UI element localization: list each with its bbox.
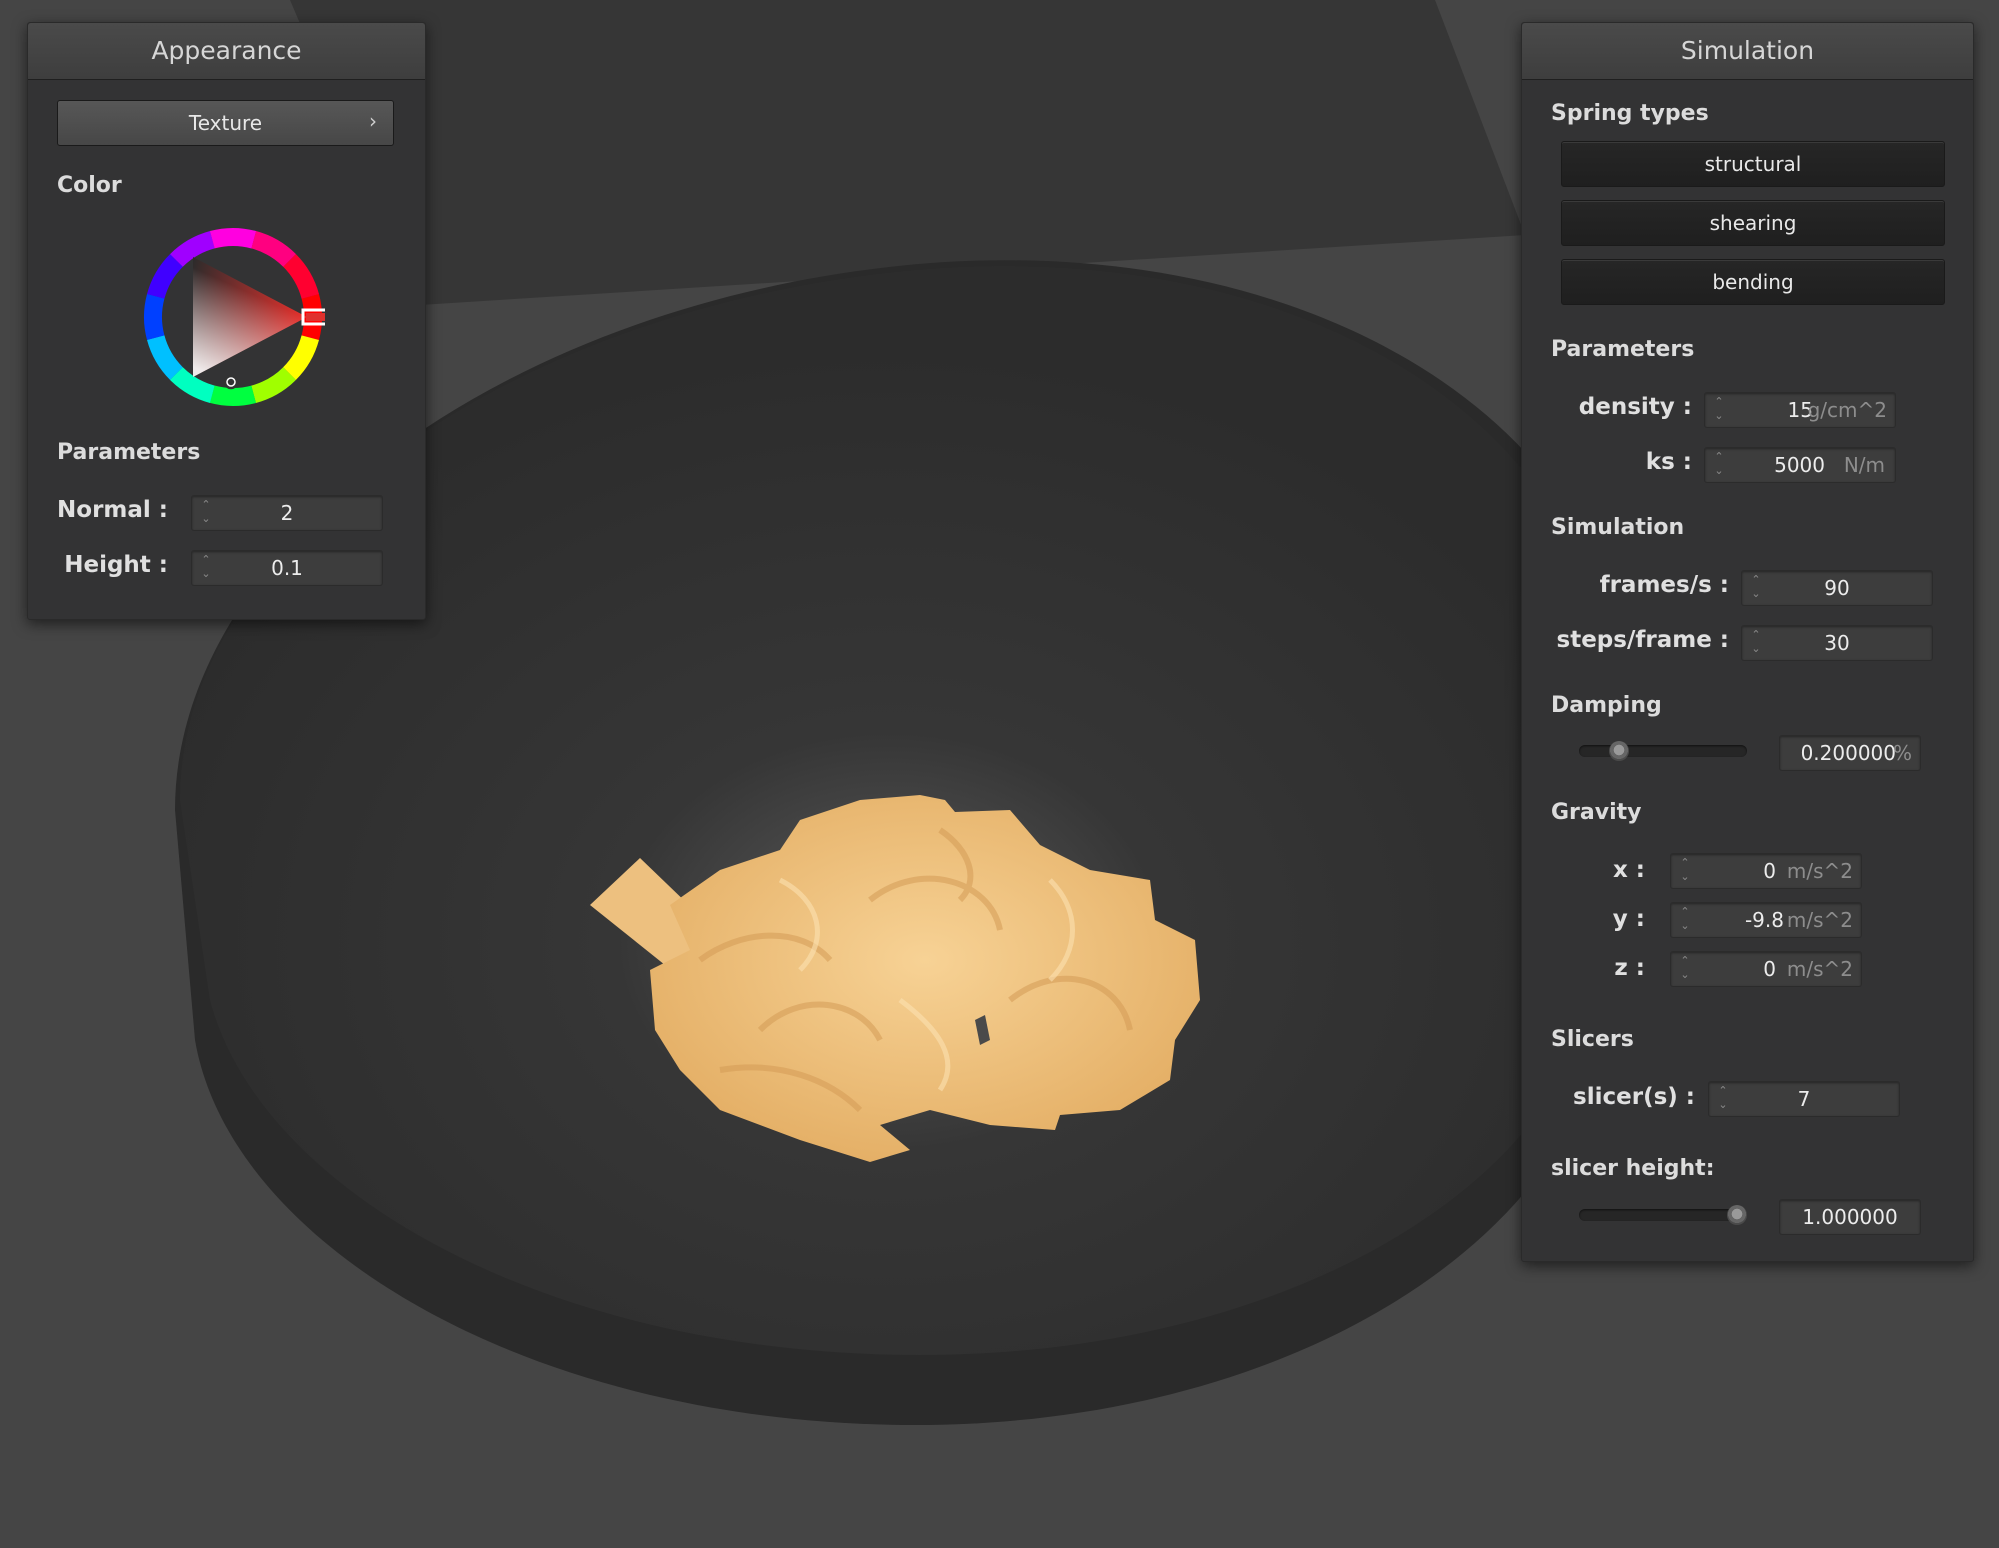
steps-per-frame-input[interactable]: ⌃ ⌄ 30: [1741, 625, 1933, 661]
frames-per-s-input[interactable]: ⌃ ⌄ 90: [1741, 570, 1933, 606]
height-label: Height :: [64, 552, 168, 578]
normal-input[interactable]: ⌃ ⌄ 2: [191, 495, 383, 531]
slicers-label: Slicers: [1551, 1027, 1634, 1052]
appearance-panel-title: Appearance: [28, 23, 425, 80]
slicers-count-label: slicer(s) :: [1573, 1084, 1695, 1110]
gravity-z-unit: m/s^2: [1786, 957, 1853, 981]
spinner-arrows-icon[interactable]: ⌃ ⌄: [1712, 450, 1726, 478]
gravity-x-unit: m/s^2: [1786, 859, 1853, 883]
color-section-label: Color: [57, 173, 122, 198]
damping-input[interactable]: 0.200000 %: [1779, 735, 1921, 771]
slicers-value: 7: [1797, 1087, 1811, 1111]
gravity-z-label: z :: [1614, 955, 1645, 981]
ks-value: 5000: [1774, 453, 1825, 477]
damping-unit: %: [1892, 741, 1912, 765]
damping-value: 0.200000: [1800, 741, 1896, 765]
bending-button[interactable]: bending: [1561, 259, 1945, 305]
texture-button-label: Texture: [188, 111, 263, 135]
normal-value: 2: [280, 501, 294, 525]
slicer-height-input[interactable]: 1.000000: [1779, 1199, 1921, 1235]
damping-slider[interactable]: [1579, 741, 1747, 761]
spinner-arrows-icon[interactable]: ⌃ ⌄: [1678, 954, 1692, 982]
structural-button[interactable]: structural: [1561, 141, 1945, 187]
shearing-button[interactable]: shearing: [1561, 200, 1945, 246]
color-wheel-icon[interactable]: [141, 225, 325, 409]
gravity-x-value: 0: [1763, 859, 1776, 883]
appearance-parameters-label: Parameters: [57, 440, 201, 465]
simulation-panel-title: Simulation: [1522, 23, 1973, 80]
ks-unit: N/m: [1843, 453, 1885, 477]
steps-per-frame-value: 30: [1824, 631, 1850, 655]
height-value: 0.1: [271, 556, 303, 580]
density-input[interactable]: ⌃ ⌄ 15 g/cm^2: [1704, 392, 1896, 428]
ks-input[interactable]: ⌃ ⌄ 5000 N/m: [1704, 447, 1896, 483]
texture-button[interactable]: Texture ›: [57, 100, 394, 146]
slicer-height-slider[interactable]: [1579, 1205, 1747, 1225]
damping-label: Damping: [1551, 693, 1662, 718]
gravity-label: Gravity: [1551, 800, 1642, 825]
damping-slider-knob[interactable]: [1608, 741, 1629, 761]
gravity-y-value: -9.8: [1744, 908, 1784, 932]
appearance-panel: Appearance Texture › Color Parameters No…: [27, 22, 426, 620]
slicer-height-value: 1.000000: [1802, 1205, 1898, 1229]
normal-label: Normal :: [57, 497, 168, 523]
frames-per-s-value: 90: [1824, 576, 1850, 600]
gravity-x-label: x :: [1612, 857, 1645, 883]
density-label: density :: [1578, 394, 1692, 420]
gravity-y-label: y :: [1612, 906, 1645, 932]
spring-types-label: Spring types: [1551, 101, 1709, 126]
steps-per-frame-label: steps/frame :: [1556, 627, 1729, 653]
chevron-right-icon: ›: [369, 109, 377, 133]
height-input[interactable]: ⌃ ⌄ 0.1: [191, 550, 383, 586]
slicer-height-label: slicer height:: [1551, 1156, 1715, 1181]
gravity-z-value: 0: [1763, 957, 1776, 981]
density-unit: g/cm^2: [1807, 398, 1887, 422]
spinner-arrows-icon[interactable]: ⌃ ⌄: [1712, 395, 1726, 423]
simulation-section-label: Simulation: [1551, 515, 1685, 540]
gravity-x-input[interactable]: ⌃ ⌄ 0 m/s^2: [1670, 853, 1862, 889]
gravity-y-input[interactable]: ⌃ ⌄ -9.8 m/s^2: [1670, 902, 1862, 938]
simulation-panel: Simulation Spring types structural shear…: [1521, 22, 1974, 1262]
frames-per-s-label: frames/s :: [1599, 572, 1729, 598]
gravity-z-input[interactable]: ⌃ ⌄ 0 m/s^2: [1670, 951, 1862, 987]
gravity-y-unit: m/s^2: [1786, 908, 1853, 932]
slicers-input[interactable]: ⌃ ⌄ 7: [1708, 1081, 1900, 1117]
spinner-arrows-icon[interactable]: ⌃ ⌄: [1678, 856, 1692, 884]
ks-label: ks :: [1645, 449, 1692, 475]
slicer-height-slider-knob[interactable]: [1727, 1205, 1747, 1225]
spinner-arrows-icon[interactable]: ⌃ ⌄: [1678, 905, 1692, 933]
simulation-parameters-label: Parameters: [1551, 337, 1695, 362]
